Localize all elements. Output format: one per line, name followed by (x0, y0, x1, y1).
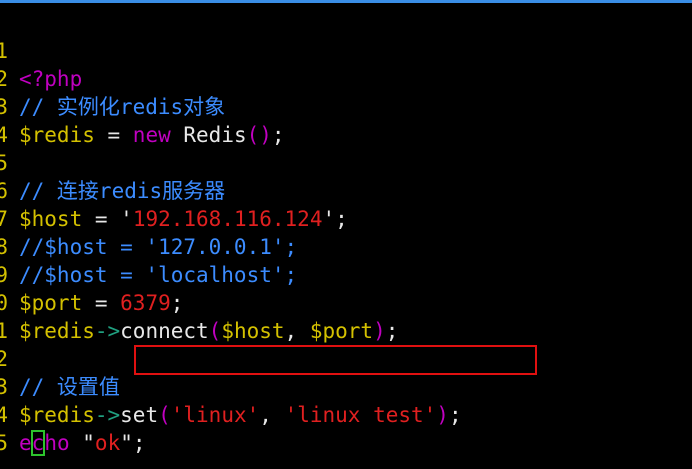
paren-close: ) (373, 319, 386, 343)
paren-open: ( (158, 403, 171, 427)
argument: $port (309, 319, 374, 343)
semicolon: ; (448, 403, 462, 427)
comment: //$host = 'localhost'; (19, 263, 298, 287)
operator: = (94, 123, 133, 147)
code-line-1[interactable]: 1 <?php (0, 9, 82, 91)
semicolon: ; (132, 431, 146, 455)
parens: () (246, 123, 272, 147)
number-value: 6379 (120, 291, 171, 315)
code-line-10[interactable]: 0 $redis->connect($host, $port); (0, 261, 398, 343)
code-line-13[interactable]: 3 $redis->set('linux', 'linux test'); (0, 345, 462, 427)
comma: , (284, 319, 310, 343)
keyword-new: new (132, 123, 171, 147)
quote: ' (322, 207, 336, 231)
arrow-operator: -> (94, 319, 121, 343)
operator: = (82, 207, 121, 231)
code-line-2[interactable]: 2 // 实例化redis对象 (0, 37, 225, 119)
code-editor[interactable]: 1 <?php 2 // 实例化redis对象 3 $redis = new R… (0, 0, 692, 469)
comma: , (259, 403, 285, 427)
operator: = (82, 291, 121, 315)
semicolon: ; (271, 123, 285, 147)
method-name: set (120, 403, 159, 427)
quote: ' (120, 207, 133, 231)
code-line-11[interactable]: 1 (0, 289, 51, 343)
code-line-3[interactable]: 3 $redis = new Redis(); (0, 65, 285, 147)
argument: $host (221, 319, 285, 343)
quote: " (120, 431, 133, 455)
code-line-14[interactable]: 4 echo "ok"; (0, 373, 146, 456)
code-line-9[interactable]: 9 $port = 6379; (0, 233, 183, 315)
arrow-operator: -> (94, 403, 121, 427)
string-value: 192.168.116.124 (132, 207, 323, 231)
semicolon: ; (335, 207, 348, 231)
string-argument: 'linux' (170, 403, 260, 427)
code-line-15[interactable]: 5 (0, 401, 51, 455)
paren-close: ) (436, 403, 449, 427)
highlight-annotation-box (134, 345, 537, 375)
code-line-5[interactable]: 5 // 连接redis服务器 (0, 121, 225, 203)
string-value: ok (94, 431, 121, 455)
quote: " (82, 431, 95, 455)
code-line-7[interactable]: 7 //$host = '127.0.0.1'; (0, 177, 297, 259)
code-line-8[interactable]: 8 //$host = 'localhost'; (0, 205, 297, 287)
comment: //$host = '127.0.0.1'; (19, 235, 298, 259)
paren-open: ( (208, 319, 222, 343)
code-line-12[interactable]: 2 // 设置值 (0, 317, 120, 399)
semicolon: ; (170, 291, 184, 315)
code-line-4[interactable]: 4 (0, 93, 51, 147)
string-argument: 'linux test' (284, 403, 437, 427)
semicolon: ; (385, 319, 399, 343)
class-name: Redis (183, 123, 247, 147)
line-number: 5 (0, 431, 8, 455)
code-line-6[interactable]: 6 $host = '192.168.116.124'; (0, 149, 348, 231)
method-name: connect (120, 319, 209, 343)
